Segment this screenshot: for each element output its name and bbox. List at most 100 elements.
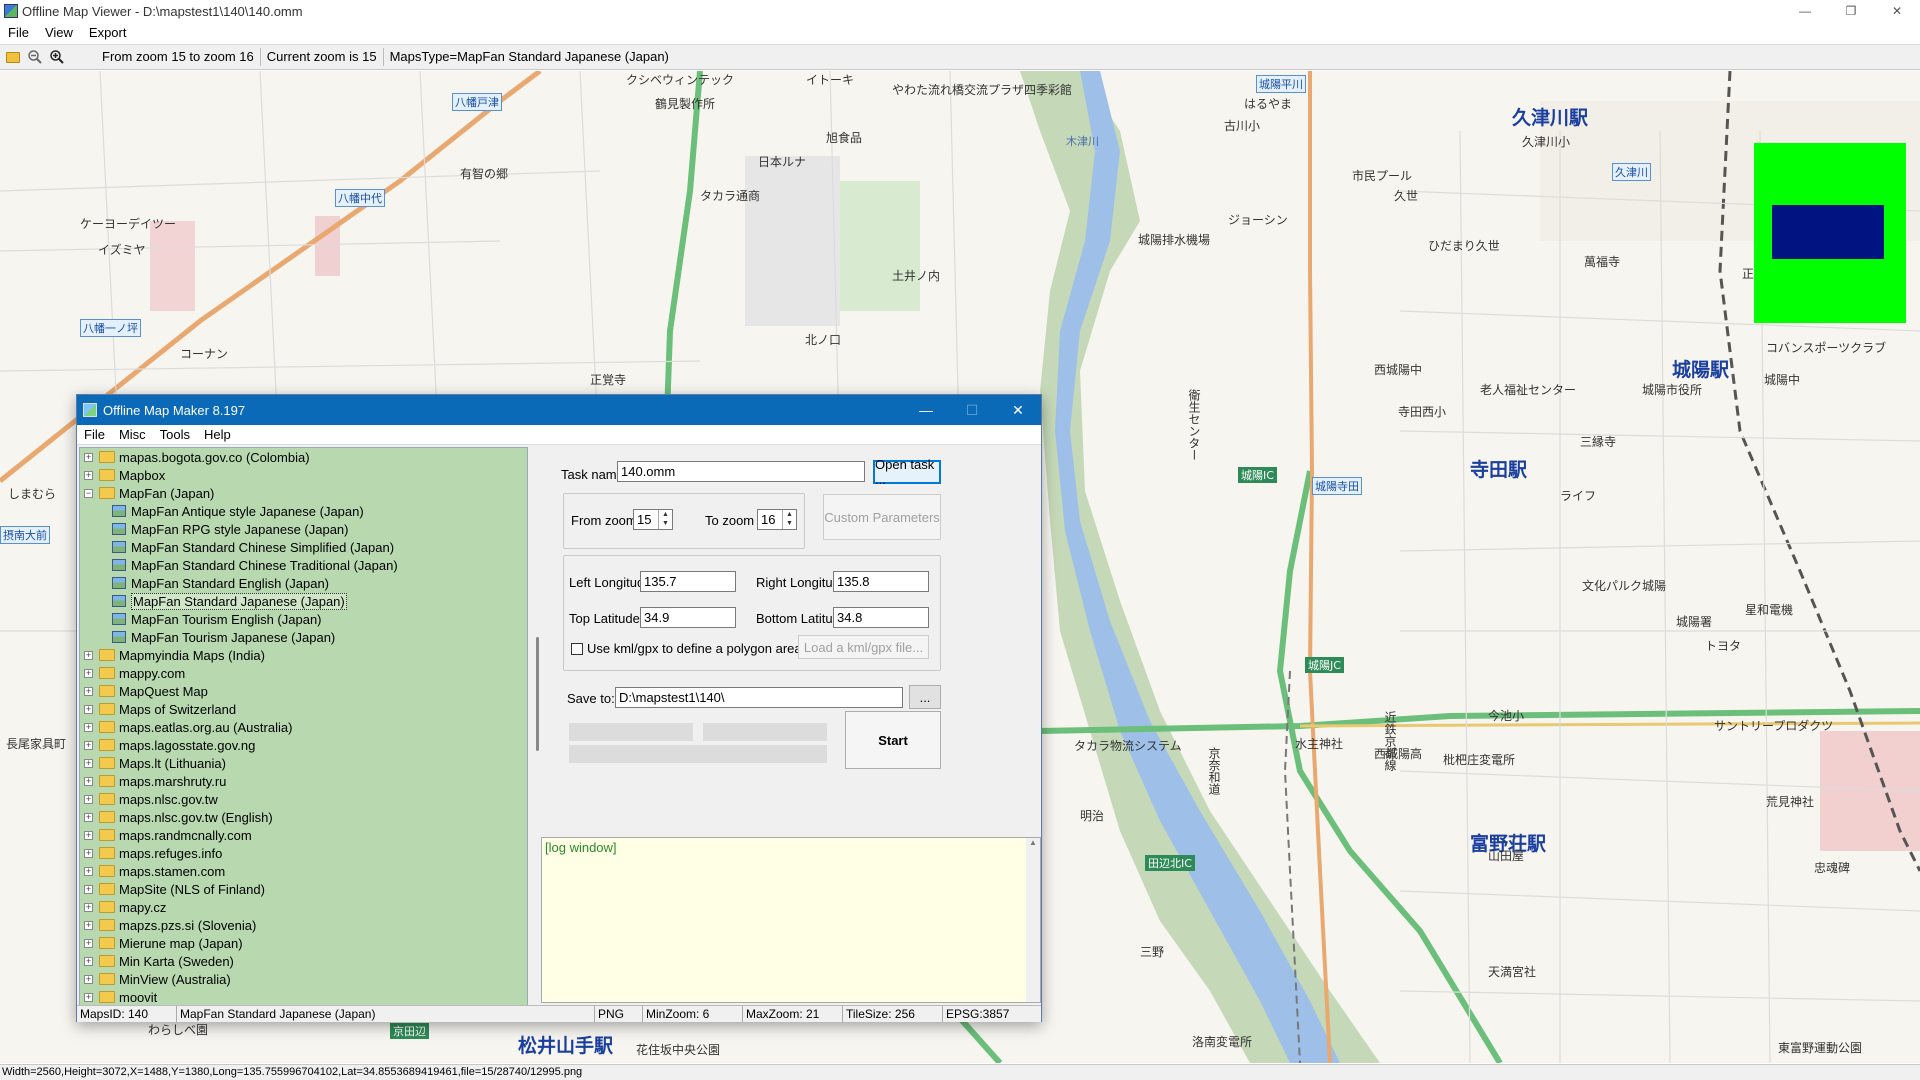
expand-icon[interactable]: + xyxy=(84,956,93,966)
dialog-menu-help[interactable]: Help xyxy=(197,427,238,442)
tree-folder-item[interactable]: + Min Karta (Sweden) xyxy=(80,952,527,970)
expand-icon[interactable]: + xyxy=(84,452,93,462)
tree-folder-item[interactable]: + Mapmyindia Maps (India) xyxy=(80,646,527,664)
left-longitude-input[interactable] xyxy=(640,571,736,592)
tree-folder-item[interactable]: + mapzs.pzs.si (Slovenia) xyxy=(80,916,527,934)
tree-child-item[interactable]: MapFan Antique style Japanese (Japan) xyxy=(80,502,527,520)
expand-icon[interactable]: + xyxy=(84,740,93,750)
expand-icon[interactable]: + xyxy=(84,992,93,1002)
tree-folder-item[interactable]: + moovit xyxy=(80,988,527,1006)
minimize-button[interactable]: — xyxy=(1782,0,1828,22)
tree-folder-item[interactable]: + maps.marshruty.ru xyxy=(80,772,527,790)
map-poi-label: 寺田西小 xyxy=(1398,405,1447,419)
zoom-out-icon[interactable] xyxy=(26,48,44,66)
tree-folder-item[interactable]: + MapSite (NLS of Finland) xyxy=(80,880,527,898)
open-task-button[interactable]: Open task ... xyxy=(873,457,941,487)
collapse-icon[interactable]: − xyxy=(84,488,93,498)
expand-icon[interactable]: + xyxy=(84,794,93,804)
tree-folder-item[interactable]: − MapFan (Japan) xyxy=(80,484,527,502)
tree-folder-item[interactable]: + maps.stamen.com xyxy=(80,862,527,880)
custom-parameters-button[interactable]: Custom Parameters xyxy=(823,494,941,540)
dialog-minimize-button[interactable]: — xyxy=(903,395,949,425)
log-window[interactable]: [log window] ▲ xyxy=(541,837,1041,1003)
save-to-input[interactable] xyxy=(615,687,903,708)
tree-scrollbar-thumb[interactable] xyxy=(536,637,539,751)
expand-icon[interactable]: + xyxy=(84,722,93,732)
map-poi-label: イズミヤ xyxy=(98,243,146,257)
minimap-viewport[interactable] xyxy=(1772,205,1884,259)
expand-icon[interactable]: + xyxy=(84,830,93,840)
expand-icon[interactable]: + xyxy=(84,776,93,786)
expand-icon[interactable]: + xyxy=(84,974,93,984)
tree-child-item[interactable]: MapFan Tourism English (Japan) xyxy=(80,610,527,628)
expand-icon[interactable]: + xyxy=(84,866,93,876)
load-kml-button[interactable]: Load a kml/gpx file... xyxy=(798,635,929,659)
tree-folder-item[interactable]: + Maps of Switzerland xyxy=(80,700,527,718)
menu-file[interactable]: File xyxy=(0,25,37,40)
expand-icon[interactable]: + xyxy=(84,704,93,714)
menu-view[interactable]: View xyxy=(37,25,81,40)
tree-child-item[interactable]: MapFan Standard Chinese Simplified (Japa… xyxy=(80,538,527,556)
map-station-label[interactable]: 久津川駅 xyxy=(1512,103,1588,130)
spinner-arrows-icon[interactable]: ▲ ▼ xyxy=(658,510,672,529)
dialog-menu-misc[interactable]: Misc xyxy=(112,427,153,442)
overview-minimap[interactable] xyxy=(1754,143,1906,323)
tree-folder-item[interactable]: + mapas.bogota.gov.co (Colombia) xyxy=(80,448,527,466)
open-folder-icon[interactable] xyxy=(4,48,22,66)
expand-icon[interactable]: + xyxy=(84,650,93,660)
tree-folder-item[interactable]: + maps.refuges.info xyxy=(80,844,527,862)
map-source-tree[interactable]: + mapas.bogota.gov.co (Colombia) + Mapbox − M… xyxy=(79,447,528,1007)
tree-folder-item[interactable]: + Mierune map (Japan) xyxy=(80,934,527,952)
to-zoom-spinner[interactable]: 16 ▲ ▼ xyxy=(757,509,797,530)
expand-icon[interactable]: + xyxy=(84,758,93,768)
expand-icon[interactable]: + xyxy=(84,848,93,858)
bottom-latitude-input[interactable] xyxy=(833,607,929,628)
tree-folder-item[interactable]: + MapQuest Map xyxy=(80,682,527,700)
expand-icon[interactable]: + xyxy=(84,920,93,930)
tree-child-item[interactable]: MapFan Tourism Japanese (Japan) xyxy=(80,628,527,646)
expand-icon[interactable]: + xyxy=(84,902,93,912)
kml-checkbox[interactable] xyxy=(571,643,583,655)
tree-folder-item[interactable]: + Maps.lt (Lithuania) xyxy=(80,754,527,772)
close-button[interactable]: ✕ xyxy=(1874,0,1920,22)
tree-child-item[interactable]: MapFan Standard Japanese (Japan) xyxy=(80,592,527,610)
tree-folder-item[interactable]: + maps.eatlas.org.au (Australia) xyxy=(80,718,527,736)
map-station-label[interactable]: 松井山手駅 xyxy=(518,1031,613,1058)
tree-folder-item[interactable]: + mappy.com xyxy=(80,664,527,682)
map-station-label[interactable]: 寺田駅 xyxy=(1470,455,1527,482)
dialog-titlebar[interactable]: Offline Map Maker 8.197 — ☐ ✕ xyxy=(77,395,1041,425)
tree-folder-item[interactable]: + maps.nlsc.gov.tw xyxy=(80,790,527,808)
dialog-menu-tools[interactable]: Tools xyxy=(153,427,197,442)
dialog-close-button[interactable]: ✕ xyxy=(995,395,1041,425)
map-station-label[interactable]: 城陽駅 xyxy=(1672,355,1729,382)
tree-folder-item[interactable]: + Mapbox xyxy=(80,466,527,484)
right-longitude-input[interactable] xyxy=(833,571,929,592)
start-button[interactable]: Start xyxy=(845,711,941,769)
tree-child-item[interactable]: MapFan RPG style Japanese (Japan) xyxy=(80,520,527,538)
from-zoom-spinner[interactable]: 15 ▲ ▼ xyxy=(633,509,673,530)
expand-icon[interactable]: + xyxy=(84,938,93,948)
tree-child-item[interactable]: MapFan Standard English (Japan) xyxy=(80,574,527,592)
tree-folder-item[interactable]: + MinView (Australia) xyxy=(80,970,527,988)
zoom-in-icon[interactable] xyxy=(48,48,66,66)
top-latitude-input[interactable] xyxy=(640,607,736,628)
menu-export[interactable]: Export xyxy=(81,25,135,40)
dialog-maximize-button[interactable]: ☐ xyxy=(949,395,995,425)
task-name-input[interactable] xyxy=(617,461,865,482)
expand-icon[interactable]: + xyxy=(84,884,93,894)
log-scrollbar[interactable]: ▲ xyxy=(1026,838,1040,1002)
browse-button[interactable]: ... xyxy=(909,685,941,709)
tree-folder-item[interactable]: + maps.nlsc.gov.tw (English) xyxy=(80,808,527,826)
tree-folder-item[interactable]: + mapy.cz xyxy=(80,898,527,916)
tree-item-label: Mapmyindia Maps (India) xyxy=(119,647,265,663)
tree-folder-item[interactable]: + maps.randmcnally.com xyxy=(80,826,527,844)
restore-button[interactable]: ❐ xyxy=(1828,0,1874,22)
expand-icon[interactable]: + xyxy=(84,812,93,822)
tree-child-item[interactable]: MapFan Standard Chinese Traditional (Jap… xyxy=(80,556,527,574)
expand-icon[interactable]: + xyxy=(84,686,93,696)
expand-icon[interactable]: + xyxy=(84,470,93,480)
spinner-arrows-icon[interactable]: ▲ ▼ xyxy=(782,510,796,529)
tree-folder-item[interactable]: + maps.lagosstate.gov.ng xyxy=(80,736,527,754)
dialog-menu-file[interactable]: File xyxy=(77,427,112,442)
expand-icon[interactable]: + xyxy=(84,668,93,678)
